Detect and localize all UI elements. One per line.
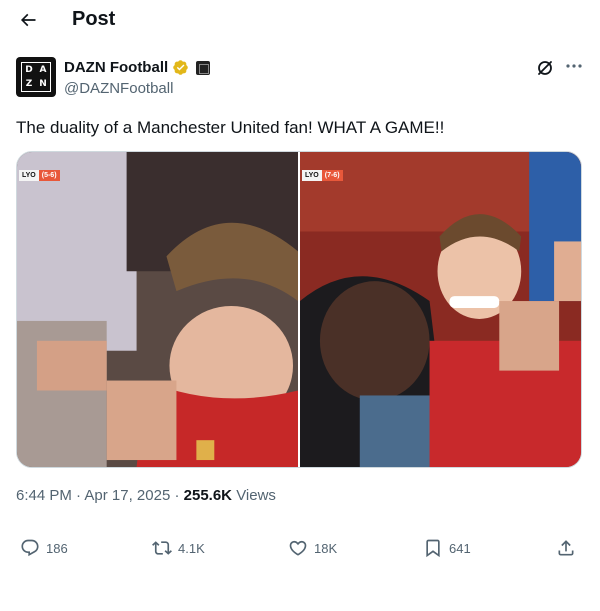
post-text: The duality of a Manchester United fan! … [16,118,445,137]
photo-celebrating-fan[interactable]: LYO (7-6) [300,152,581,467]
reply-button[interactable]: 186 [20,534,68,562]
like-button[interactable]: 18K [288,534,337,562]
bookmark-count: 641 [449,540,471,556]
logo-letter: A [39,65,47,75]
grok-button[interactable] [535,58,555,78]
back-button[interactable] [14,6,42,34]
post-date[interactable]: Apr 17, 2025 [84,487,170,504]
separator: · [174,487,180,504]
separator: · [76,487,82,504]
repost-count: 4.1K [178,540,205,556]
repost-button[interactable]: 4.1K [152,534,205,562]
post-time[interactable]: 6:44 PM [16,487,72,504]
dazn-logo: D A Z N [21,62,51,92]
author-name-row: DAZN Football [64,59,211,76]
share-button[interactable] [556,534,576,562]
top-bar: Post [0,0,600,40]
grok-icon [538,61,552,75]
score-bug: LYO (5-6) [19,170,60,181]
repost-icon [152,541,172,555]
share-icon [558,540,574,556]
views-label: Views [236,487,276,504]
logo-letter: Z [25,79,33,89]
bookmark-icon [426,539,440,558]
author-name[interactable]: DAZN Football [64,59,168,76]
more-options-button[interactable] [562,56,586,76]
logo-letter: D [25,65,33,75]
page-title: Post [72,8,116,30]
score-team: LYO [302,170,322,181]
action-bar: 186 4.1K 18K 641 [0,534,600,564]
verified-badge-icon[interactable] [172,59,189,76]
heart-icon [289,540,307,556]
bookmark-button[interactable]: 641 [423,534,471,562]
post-media[interactable]: LYO (5-6) LYO (7-6) [16,151,582,468]
score-bug: LYO (7-6) [302,170,343,181]
arrow-left-icon [20,13,36,27]
author-handle[interactable]: @DAZNFootball [64,80,173,97]
affiliate-badge-icon[interactable] [196,60,211,75]
score-value: (7-6) [321,170,343,181]
more-horizontal-icon [566,64,582,68]
score-team: LYO [19,170,39,181]
like-count: 18K [314,540,338,556]
photo-crying-fan[interactable]: LYO (5-6) [17,152,298,467]
score-value: (5-6) [38,170,60,181]
views-count[interactable]: 255.6K [184,487,232,504]
avatar[interactable]: D A Z N [16,57,56,97]
post-metadata: 6:44 PM · Apr 17, 2025 · 255.6K Views [16,487,276,504]
reply-count: 186 [46,540,68,556]
reply-icon [21,539,39,557]
photo-image [17,152,298,467]
photo-image [300,152,581,467]
logo-letter: N [39,79,47,89]
